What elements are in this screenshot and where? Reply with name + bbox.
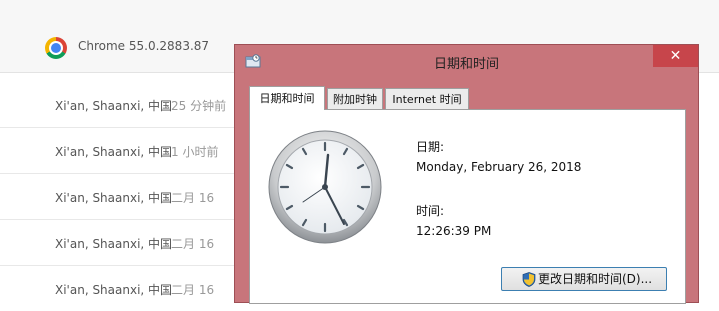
location-name: Xi'an, Shaanxi, 中国 bbox=[55, 191, 173, 205]
date-time-dialog: 日期和时间 ✕ 日期和时间 附加时钟 Internet 时间 日期: Monda… bbox=[234, 44, 699, 304]
chrome-version-text: Chrome 55.0.2883.87 bbox=[78, 39, 210, 53]
tab-additional-clocks[interactable]: 附加时钟 bbox=[327, 88, 383, 109]
location-time: 1 小时前 bbox=[171, 145, 219, 159]
time-value: 12:26:39 PM bbox=[416, 224, 492, 238]
dialog-title: 日期和时间 bbox=[433, 57, 499, 72]
time-label: 时间: bbox=[416, 204, 445, 218]
analog-clock-icon bbox=[268, 130, 382, 244]
location-time: 二月 16 bbox=[171, 283, 215, 297]
location-name: Xi'an, Shaanxi, 中国 bbox=[55, 283, 173, 297]
location-time: 二月 16 bbox=[171, 191, 215, 205]
date-label: 日期: bbox=[416, 140, 445, 154]
location-row[interactable]: Xi'an, Shaanxi, 中国 二月 16 bbox=[0, 220, 234, 266]
location-row[interactable]: Xi'an, Shaanxi, 中国 二月 16 bbox=[0, 266, 234, 311]
change-date-time-label: 更改日期和时间(D)... bbox=[538, 272, 653, 286]
change-date-time-button[interactable]: 更改日期和时间(D)... bbox=[501, 267, 667, 291]
location-row[interactable]: Xi'an, Shaanxi, 中国 1 小时前 bbox=[0, 128, 234, 174]
location-name: Xi'an, Shaanxi, 中国 bbox=[55, 237, 173, 251]
close-button[interactable]: ✕ bbox=[653, 45, 698, 67]
location-row[interactable]: Xi'an, Shaanxi, 中国 25 分钟前 bbox=[0, 82, 234, 128]
location-name: Xi'an, Shaanxi, 中国 bbox=[55, 145, 173, 159]
location-time: 二月 16 bbox=[171, 237, 215, 251]
location-name: Xi'an, Shaanxi, 中国 bbox=[55, 99, 173, 113]
location-row[interactable]: Xi'an, Shaanxi, 中国 二月 16 bbox=[0, 174, 234, 220]
tab-date-and-time[interactable]: 日期和时间 bbox=[249, 86, 325, 110]
uac-shield-icon bbox=[522, 272, 536, 287]
location-time: 25 分钟前 bbox=[171, 99, 227, 113]
date-value: Monday, February 26, 2018 bbox=[416, 160, 582, 174]
chrome-logo-icon bbox=[45, 37, 67, 59]
tab-internet-time[interactable]: Internet 时间 bbox=[385, 88, 469, 109]
date-time-panel: 日期: Monday, February 26, 2018 时间: 12:26:… bbox=[249, 109, 686, 304]
